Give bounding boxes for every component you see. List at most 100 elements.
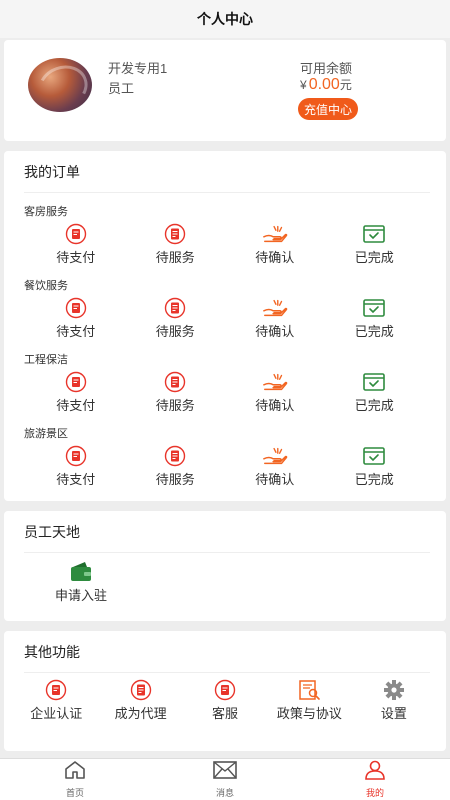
order-group-title: 餐饮服务: [24, 280, 68, 292]
envelope-icon: [212, 760, 238, 785]
other-function-label: 客服: [212, 706, 239, 721]
balance-unit: 元: [339, 78, 352, 92]
service-icon: [162, 371, 188, 393]
order-status-done[interactable]: 已完成: [325, 219, 425, 277]
pay-icon: [63, 297, 89, 319]
nav-bar: 个人中心: [0, 0, 450, 38]
gear-icon: [381, 679, 407, 701]
order-status-service[interactable]: 待服务: [126, 219, 226, 277]
order-status-confirm[interactable]: 待确认: [225, 293, 325, 351]
pay-icon: [63, 371, 89, 393]
completed-icon: [361, 371, 387, 393]
service-icon: [162, 223, 188, 245]
order-status-confirm[interactable]: 待确认: [225, 367, 325, 425]
order-status-label: 待支付: [56, 398, 96, 413]
other-functions-row: 企业认证 成为代理 客服 政策与协议 设置: [4, 673, 446, 735]
order-group-title: 客房服务: [24, 206, 68, 218]
tab-home[interactable]: 首页: [0, 759, 150, 800]
other-function-certificate[interactable]: 企业认证: [14, 677, 98, 735]
order-status-row: 待支付 待服务 待确认 已完成: [4, 367, 446, 425]
tab-bar: 首页 消息 我的: [0, 758, 450, 800]
apply-entry-button[interactable]: 申请入驻: [36, 553, 126, 604]
handshake-icon: [262, 445, 288, 467]
order-status-label: 待确认: [255, 398, 295, 413]
completed-icon: [361, 445, 387, 467]
customer-service-icon: [212, 679, 238, 701]
order-status-label: 待支付: [56, 250, 96, 265]
home-icon: [63, 760, 87, 785]
completed-icon: [361, 297, 387, 319]
order-status-service[interactable]: 待服务: [126, 367, 226, 425]
tab-home-label: 首页: [65, 788, 84, 798]
order-status-pay[interactable]: 待支付: [26, 367, 126, 425]
order-status-pay[interactable]: 待支付: [26, 219, 126, 277]
tab-messages[interactable]: 消息: [150, 759, 300, 800]
balance-amount: 0.00: [308, 76, 340, 93]
tab-messages-label: 消息: [215, 788, 234, 798]
apply-entry-label: 申请入驻: [54, 588, 107, 603]
other-title: 其他功能: [24, 631, 430, 673]
staff-card: 员工天地 申请入驻: [4, 511, 446, 621]
pay-icon: [63, 223, 89, 245]
order-status-label: 待确认: [255, 324, 295, 339]
order-status-label: 待支付: [56, 472, 96, 487]
avatar[interactable]: [28, 58, 92, 112]
other-function-gear[interactable]: 设置: [352, 677, 436, 735]
handshake-icon: [262, 297, 288, 319]
order-status-row: 待支付 待服务 待确认 已完成: [4, 219, 446, 277]
order-status-done[interactable]: 已完成: [325, 367, 425, 425]
currency-symbol: ¥: [300, 78, 307, 92]
order-status-label: 已完成: [354, 472, 394, 487]
service-icon: [162, 445, 188, 467]
order-status-label: 待确认: [255, 250, 295, 265]
balance-label: 可用余额: [300, 61, 353, 76]
order-status-confirm[interactable]: 待确认: [225, 441, 325, 499]
agent-icon: [128, 679, 154, 701]
handshake-icon: [262, 223, 288, 245]
page-content[interactable]: 开发专用1 员工 可用余额 ¥ 0.00 元 充值中心 我的订单 客房服务 待支付…: [0, 38, 450, 758]
page-title: 个人中心: [197, 11, 253, 27]
user-icon: [364, 760, 386, 785]
other-function-policy-document[interactable]: 政策与协议: [267, 677, 351, 735]
order-status-label: 待服务: [155, 324, 195, 339]
order-status-row: 待支付 待服务 待确认 已完成: [4, 441, 446, 499]
order-group-title: 旅游景区: [24, 428, 68, 440]
order-status-label: 待确认: [255, 472, 295, 487]
tab-mine[interactable]: 我的: [300, 759, 450, 800]
recharge-button[interactable]: 充值中心: [298, 98, 359, 120]
order-status-label: 待支付: [56, 324, 96, 339]
order-status-pay[interactable]: 待支付: [26, 441, 126, 499]
order-status-row: 待支付 待服务 待确认 已完成: [4, 293, 446, 351]
user-name: 开发专用1: [108, 61, 168, 76]
order-status-label: 已完成: [354, 398, 394, 413]
service-icon: [162, 297, 188, 319]
other-function-label: 设置: [380, 706, 407, 721]
other-function-agent[interactable]: 成为代理: [98, 677, 182, 735]
staff-title: 员工天地: [24, 511, 430, 553]
order-groups: 客房服务 待支付 待服务 待确认 已完成 餐饮服务 待支付 待服务 待确认 已完成 工程保洁 待支付待…: [4, 203, 446, 499]
user-role: 员工: [108, 81, 135, 96]
order-status-pay[interactable]: 待支付: [26, 293, 126, 351]
other-function-label: 政策与协议: [276, 706, 342, 721]
order-status-label: 已完成: [354, 324, 394, 339]
order-status-label: 待服务: [155, 398, 195, 413]
wallet-icon: [68, 561, 94, 583]
other-card: 其他功能 企业认证 成为代理 客服 政策与协议 设置: [4, 631, 446, 751]
other-function-label: 企业认证: [30, 706, 83, 721]
balance-line: ¥ 0.00 元: [300, 76, 352, 94]
order-status-confirm[interactable]: 待确认: [225, 219, 325, 277]
order-status-done[interactable]: 已完成: [325, 441, 425, 499]
handshake-icon: [262, 371, 288, 393]
order-status-done[interactable]: 已完成: [325, 293, 425, 351]
orders-card: 我的订单 客房服务 待支付 待服务 待确认 已完成 餐饮服务 待支付 待服务 待确认 已完成 工程保…: [4, 151, 446, 501]
order-status-label: 待服务: [155, 250, 195, 265]
other-function-customer-service[interactable]: 客服: [183, 677, 267, 735]
tab-mine-label: 我的: [365, 788, 384, 798]
order-status-service[interactable]: 待服务: [126, 293, 226, 351]
orders-title: 我的订单: [24, 151, 430, 193]
profile-card: 开发专用1 员工 可用余额 ¥ 0.00 元 充值中心: [4, 40, 446, 141]
completed-icon: [361, 223, 387, 245]
other-function-label: 成为代理: [114, 706, 167, 721]
order-status-label: 待服务: [155, 472, 195, 487]
order-status-service[interactable]: 待服务: [126, 441, 226, 499]
